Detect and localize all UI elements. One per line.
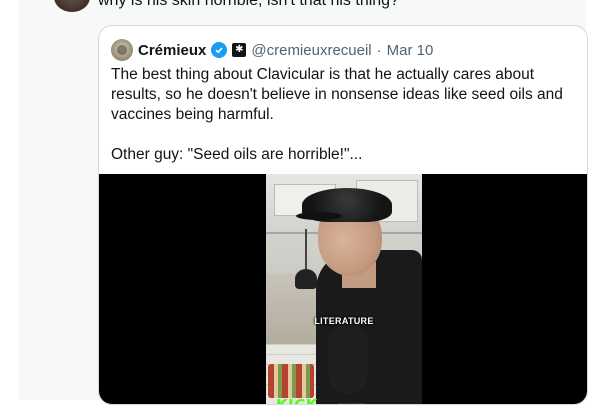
timeline-post: why is his skin horrible, isn't that his… bbox=[18, 0, 588, 405]
quoted-post-date[interactable]: Mar 10 bbox=[387, 42, 434, 59]
quoted-post-paragraph: Other guy: "Seed oils are horrible!"... bbox=[111, 146, 363, 163]
quoted-author-avatar[interactable] bbox=[111, 39, 133, 61]
quoted-post-paragraph: The best thing about Clavicular is that … bbox=[111, 66, 563, 123]
quoted-author-name[interactable]: Crémieux bbox=[138, 42, 206, 59]
video-caption: LITERATURE bbox=[314, 316, 374, 326]
video-food-display bbox=[268, 364, 314, 398]
quoted-author-handle[interactable]: @cremieuxrecueil bbox=[251, 42, 371, 59]
quoted-post-body: The best thing about Clavicular is that … bbox=[111, 65, 581, 165]
video-person-cap bbox=[296, 188, 392, 222]
quoted-post-card[interactable]: Crémieux ✱ @cremieuxrecueil · Mar 10 The… bbox=[98, 25, 588, 405]
kick-logo: KICK bbox=[276, 396, 318, 405]
quoted-post-media[interactable]: LITERATURE KICK ▪▪▪▪ ▪▪▪▪▪▪▪▪▪▪ bbox=[99, 174, 587, 405]
video-frame[interactable]: LITERATURE KICK ▪▪▪▪ ▪▪▪▪▪▪▪▪▪▪ bbox=[266, 174, 422, 405]
video-pendant-lamp bbox=[295, 229, 317, 289]
video-person-arm bbox=[328, 324, 368, 394]
affiliation-badge-icon[interactable]: ✱ bbox=[232, 43, 247, 57]
quoted-post-header: Crémieux ✱ @cremieuxrecueil · Mar 10 bbox=[111, 39, 433, 61]
verified-badge-icon bbox=[211, 42, 228, 58]
header-separator: · bbox=[376, 41, 382, 59]
reply-text: why is his skin horrible, isn't that his… bbox=[98, 0, 399, 9]
reply-author-avatar[interactable] bbox=[54, 0, 90, 12]
